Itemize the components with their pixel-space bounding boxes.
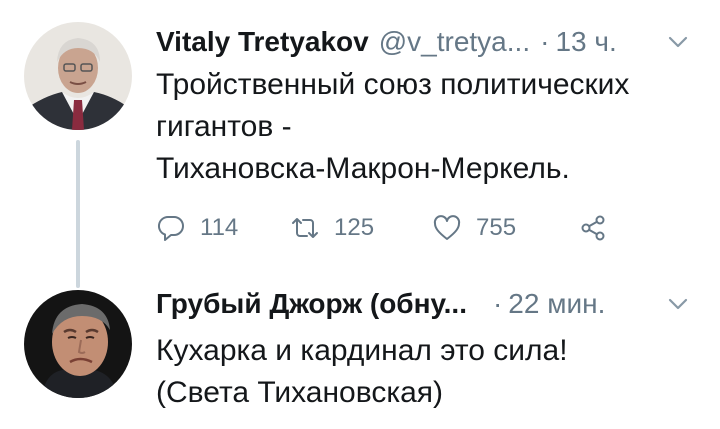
author-handle[interactable]: @v_tretya... <box>379 26 530 58</box>
avatar-photo-icon <box>24 290 132 398</box>
tweet-header: Vitaly Tretyakov @v_tretya... · 13 ч. <box>156 22 692 62</box>
tweet-2[interactable]: Грубый Джорж (обну... · 22 мин. Кухарка … <box>0 288 720 429</box>
reply-count: 114 <box>200 214 239 241</box>
avatar[interactable] <box>24 22 132 130</box>
separator-dot: · <box>492 288 503 319</box>
tweet-text-line: (Света Тихановская) <box>156 376 444 409</box>
tweet-header: Грубый Джорж (обну... · 22 мин. <box>156 284 692 324</box>
tweet-text: Кухарка и кардинал это сила! (Света Тиха… <box>156 330 692 414</box>
reply-button[interactable]: 114 <box>156 213 290 243</box>
reply-icon <box>157 215 184 241</box>
tweet-text-line: Тройственный союз политических <box>156 68 630 101</box>
tweet-text-line: Тихановска-Макрон-Меркель. <box>156 152 570 185</box>
avatar-photo-icon <box>24 22 132 130</box>
author-name[interactable]: Грубый Джорж (обну... <box>156 288 467 320</box>
tweet-text: Тройственный союз политических гигантов … <box>156 64 692 190</box>
share-icon <box>581 215 605 241</box>
avatar[interactable] <box>24 290 132 398</box>
chevron-down-icon[interactable] <box>664 290 692 318</box>
heart-icon <box>433 215 461 240</box>
retweet-count: 125 <box>334 214 375 241</box>
like-count: 755 <box>476 214 517 241</box>
thread-connector-line <box>76 140 80 288</box>
tweet-1[interactable]: Vitaly Tretyakov @v_tretya... · 13 ч. Тр… <box>0 0 720 290</box>
tweet-text-line: гигантов - <box>156 110 292 143</box>
retweet-icon <box>292 218 318 238</box>
retweet-button[interactable]: 125 <box>290 213 432 243</box>
author-name[interactable]: Vitaly Tretyakov <box>156 26 369 58</box>
chevron-down-icon[interactable] <box>664 28 692 56</box>
timestamp[interactable]: 22 мин. <box>508 288 605 320</box>
tweet-text-line: Кухарка и кардинал это сила! <box>156 334 568 367</box>
timestamp[interactable]: 13 ч. <box>555 26 616 58</box>
tweet-actions: 114 125 755 <box>156 208 608 248</box>
share-button[interactable] <box>578 213 608 243</box>
like-button[interactable]: 755 <box>432 213 578 243</box>
separator-dot: · <box>540 26 550 57</box>
